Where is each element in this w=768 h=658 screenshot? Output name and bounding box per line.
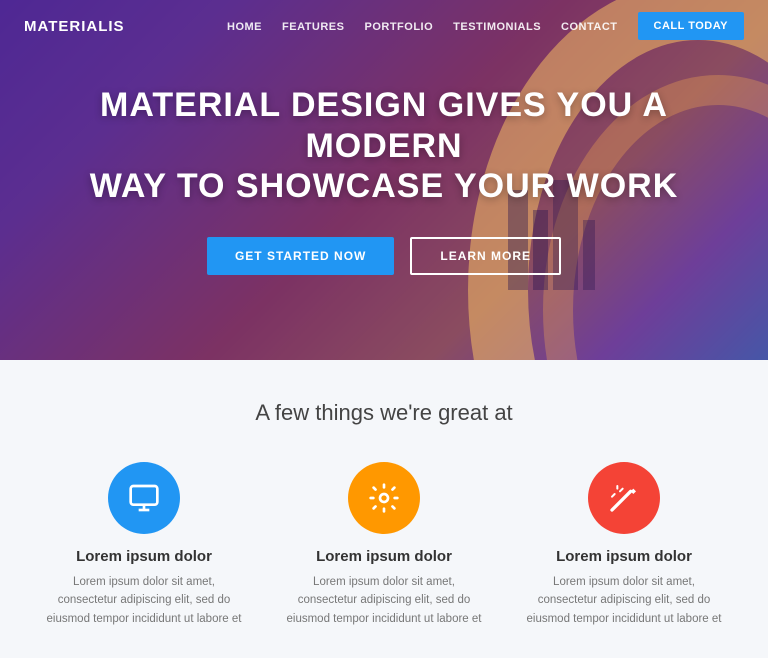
call-today-button[interactable]: CALL TODAY: [638, 12, 744, 40]
feature-icon-circle-3: [588, 462, 660, 534]
hero-title: MATERIAL DESIGN GIVES YOU A MODERN WAY T…: [60, 85, 708, 207]
nav-item-contact[interactable]: CONTACT: [561, 17, 617, 35]
feature-icon-circle-1: [108, 462, 180, 534]
wand-icon: [608, 482, 640, 514]
learn-more-button[interactable]: LEARN MORE: [410, 237, 561, 275]
nav-menu: HOME FEATURES PORTFOLIO TESTIMONIALS CON…: [227, 12, 744, 40]
feature-desc-2: Lorem ipsum dolor sit amet, consectetur …: [284, 573, 484, 628]
feature-item-1: Lorem ipsum dolor Lorem ipsum dolor sit …: [44, 462, 244, 628]
feature-icon-circle-2: [348, 462, 420, 534]
hero-section: MATERIALIS HOME FEATURES PORTFOLIO TESTI…: [0, 0, 768, 360]
feature-item-2: Lorem ipsum dolor Lorem ipsum dolor sit …: [284, 462, 484, 628]
gear-icon: [368, 482, 400, 514]
feature-desc-3: Lorem ipsum dolor sit amet, consectetur …: [524, 573, 724, 628]
feature-title-2: Lorem ipsum dolor: [316, 548, 452, 565]
nav-cta[interactable]: CALL TODAY: [638, 12, 744, 40]
feature-title-1: Lorem ipsum dolor: [76, 548, 212, 565]
nav-item-home[interactable]: HOME: [227, 17, 262, 35]
navbar: MATERIALIS HOME FEATURES PORTFOLIO TESTI…: [0, 0, 768, 52]
get-started-button[interactable]: GET STARTED NOW: [207, 237, 394, 275]
nav-item-portfolio[interactable]: PORTFOLIO: [364, 17, 433, 35]
brand-logo: MATERIALIS: [24, 18, 125, 35]
features-heading: A few things we're great at: [40, 400, 728, 426]
feature-desc-1: Lorem ipsum dolor sit amet, consectetur …: [44, 573, 244, 628]
hero-buttons: GET STARTED NOW LEARN MORE: [207, 237, 561, 275]
features-grid: Lorem ipsum dolor Lorem ipsum dolor sit …: [40, 462, 728, 628]
hero-content: MATERIAL DESIGN GIVES YOU A MODERN WAY T…: [0, 0, 768, 360]
features-section: A few things we're great at Lorem ipsum …: [0, 360, 768, 658]
nav-item-testimonials[interactable]: TESTIMONIALS: [453, 17, 541, 35]
monitor-icon: [128, 482, 160, 514]
feature-title-3: Lorem ipsum dolor: [556, 548, 692, 565]
feature-item-3: Lorem ipsum dolor Lorem ipsum dolor sit …: [524, 462, 724, 628]
nav-item-features[interactable]: FEATURES: [282, 17, 344, 35]
